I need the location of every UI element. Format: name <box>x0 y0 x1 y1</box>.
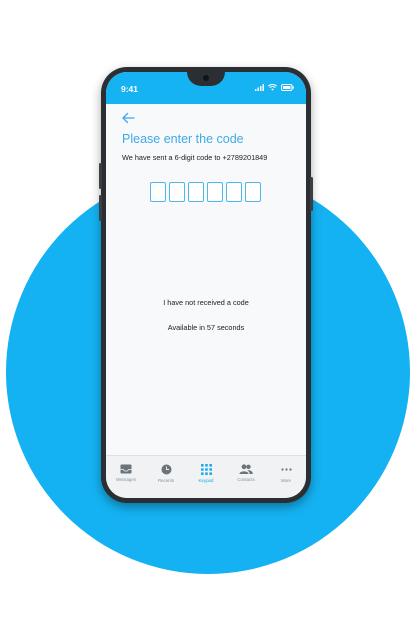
page-title: Please enter the code <box>122 132 244 146</box>
more-icon <box>280 468 292 471</box>
code-digit-6[interactable] <box>245 182 261 202</box>
code-digit-1[interactable] <box>150 182 166 202</box>
phone-frame: 9:41 Please enter the code We have sent … <box>99 67 313 503</box>
messages-icon <box>120 464 132 474</box>
code-instruction: We have sent a 6-digit code to +27892018… <box>122 153 268 162</box>
front-camera <box>203 75 209 81</box>
tab-label: Contacts <box>237 477 255 482</box>
tab-messages[interactable]: Messages <box>106 456 146 498</box>
keypad-icon <box>200 464 212 475</box>
back-arrow-icon[interactable] <box>121 112 135 124</box>
tab-contacts[interactable]: Contacts <box>226 456 266 498</box>
status-icons <box>255 84 294 91</box>
battery-icon <box>281 84 294 91</box>
signal-icon <box>255 84 264 91</box>
tab-label: Keypad <box>198 478 214 483</box>
power-button <box>310 177 313 211</box>
resend-countdown: Available in 57 seconds <box>167 323 245 332</box>
tab-label: Messages <box>115 477 136 482</box>
status-time: 9:41 <box>121 84 139 94</box>
volume-down-button <box>99 195 102 221</box>
wifi-icon <box>268 84 277 91</box>
code-digit-3[interactable] <box>188 182 204 202</box>
bottom-tab-bar: Messages Recents Keypad Contacts More <box>106 455 306 498</box>
code-digit-2[interactable] <box>169 182 185 202</box>
code-input-row <box>150 182 261 202</box>
tab-label: Recents <box>157 478 175 483</box>
clock-icon <box>161 464 171 475</box>
tab-label: More <box>280 478 291 483</box>
tab-recents[interactable]: Recents <box>146 456 186 498</box>
resend-code-link[interactable]: I have not received a code <box>106 298 306 307</box>
phone-screen: 9:41 Please enter the code We have sent … <box>106 72 306 498</box>
code-digit-4[interactable] <box>207 182 223 202</box>
contacts-icon <box>239 464 253 474</box>
tab-more[interactable]: More <box>266 456 306 498</box>
code-digit-5[interactable] <box>226 182 242 202</box>
volume-up-button <box>99 163 102 189</box>
tab-keypad[interactable]: Keypad <box>186 456 226 498</box>
